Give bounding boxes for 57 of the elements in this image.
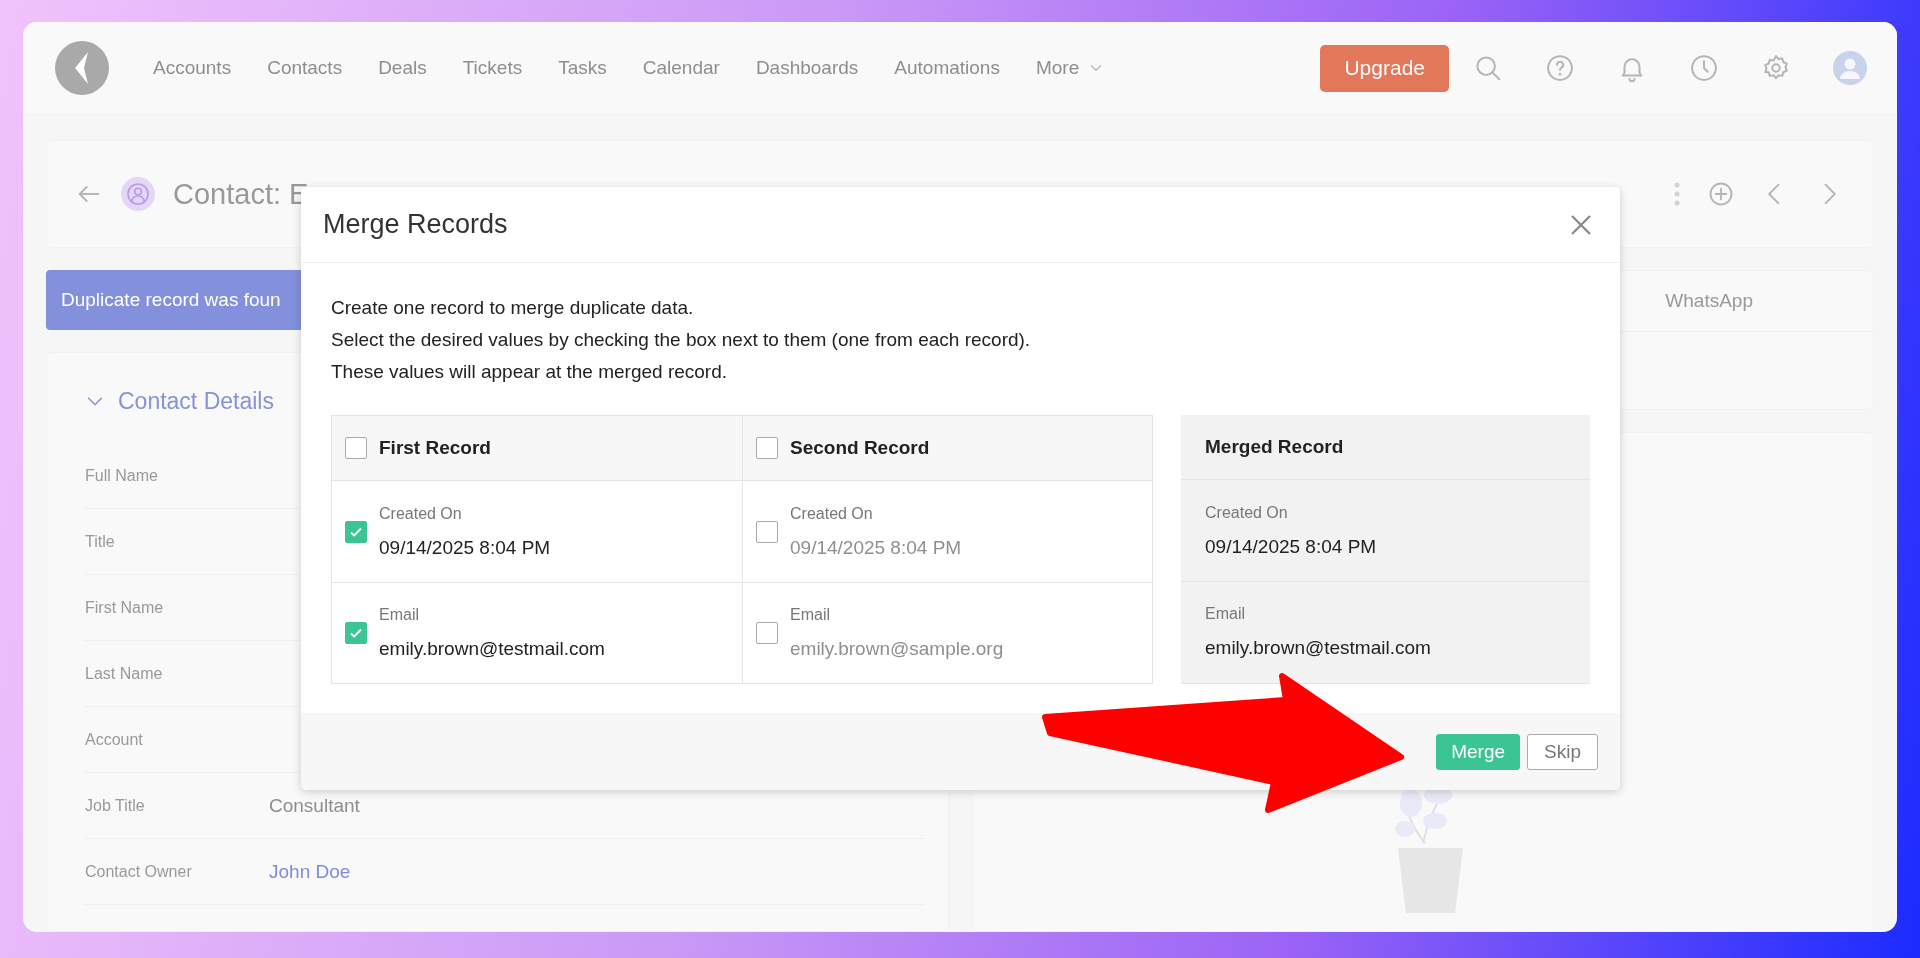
field-label: Last Name: [84, 664, 164, 683]
field-value: emily.brown@testmail.com: [379, 638, 605, 660]
avatar-icon[interactable]: [1833, 51, 1867, 85]
nav-link[interactable]: Contacts: [267, 57, 343, 79]
nav-link[interactable]: Calendar: [642, 57, 720, 79]
nav-link[interactable]: Tasks: [558, 57, 607, 79]
channel-tab[interactable]: WhatsApp: [1665, 290, 1753, 312]
nav-link[interactable]: Deals: [378, 57, 427, 79]
contact-avatar-icon: [121, 177, 155, 211]
nav-link[interactable]: Accounts: [153, 57, 232, 79]
field-label: Email: [1205, 605, 1246, 623]
field-value: Consultant: [269, 794, 360, 817]
field-value: 09/14/2025 8:04 PM: [1205, 535, 1378, 558]
field-value: emily.brown@sample.org: [790, 638, 1004, 660]
field-value: 09/14/2025 8:04 PM: [790, 536, 962, 559]
checkbox[interactable]: [756, 622, 778, 644]
close-button[interactable]: [1570, 213, 1592, 236]
section-title[interactable]: Contact Details: [118, 387, 274, 415]
nav-link[interactable]: Dashboards: [755, 57, 859, 79]
field-value: emily.brown@testmail.com: [1205, 637, 1432, 659]
search-icon[interactable]: [1473, 53, 1503, 83]
checkbox[interactable]: [756, 437, 778, 459]
dialog-title: Merge Records: [323, 209, 508, 240]
checkbox[interactable]: [756, 520, 778, 543]
field-label: Contact Owner: [84, 862, 193, 881]
column-header: Merged Record: [1205, 436, 1344, 458]
field-label: Created On: [790, 504, 874, 523]
add-icon[interactable]: [1707, 180, 1735, 208]
column-header: Second Record: [790, 437, 930, 459]
clock-icon[interactable]: [1689, 53, 1719, 83]
nav-link[interactable]: Tickets: [462, 57, 523, 79]
instruction-text: These values will appear at the merged record.: [331, 360, 729, 384]
help-icon[interactable]: [1545, 53, 1575, 83]
field-label: Account: [84, 730, 144, 749]
upgrade-button[interactable]: Upgrade: [1320, 44, 1449, 92]
nav-link[interactable]: Automations: [894, 57, 1000, 79]
column-header: First Record: [379, 437, 491, 459]
more-menu[interactable]: More: [1035, 57, 1080, 79]
field-label: Email: [790, 606, 831, 624]
checkbox[interactable]: [345, 622, 367, 644]
field-value: 09/14/2025 8:04 PM: [379, 536, 551, 559]
field-label: Created On: [1205, 503, 1289, 522]
checkbox[interactable]: [345, 520, 367, 543]
field-label: Created On: [379, 504, 463, 523]
field-label: First Name: [84, 598, 165, 617]
more-options-icon[interactable]: [1673, 181, 1681, 207]
skip-button[interactable]: Skip: [1527, 733, 1598, 770]
field-link[interactable]: John Doe: [269, 860, 351, 883]
instruction-text: Select the desired values by checking the box next to them (one from each record).: [331, 328, 1032, 352]
merge-button[interactable]: Merge: [1436, 733, 1521, 770]
checkbox[interactable]: [345, 437, 367, 459]
logo-icon[interactable]: [55, 41, 109, 95]
field-label: Job Title: [84, 796, 146, 815]
instruction-text: Create one record to merge duplicate data.: [331, 296, 695, 320]
field-label: Email: [379, 606, 420, 624]
field-label: Title: [84, 532, 116, 551]
field-label: Full Name: [84, 466, 159, 485]
